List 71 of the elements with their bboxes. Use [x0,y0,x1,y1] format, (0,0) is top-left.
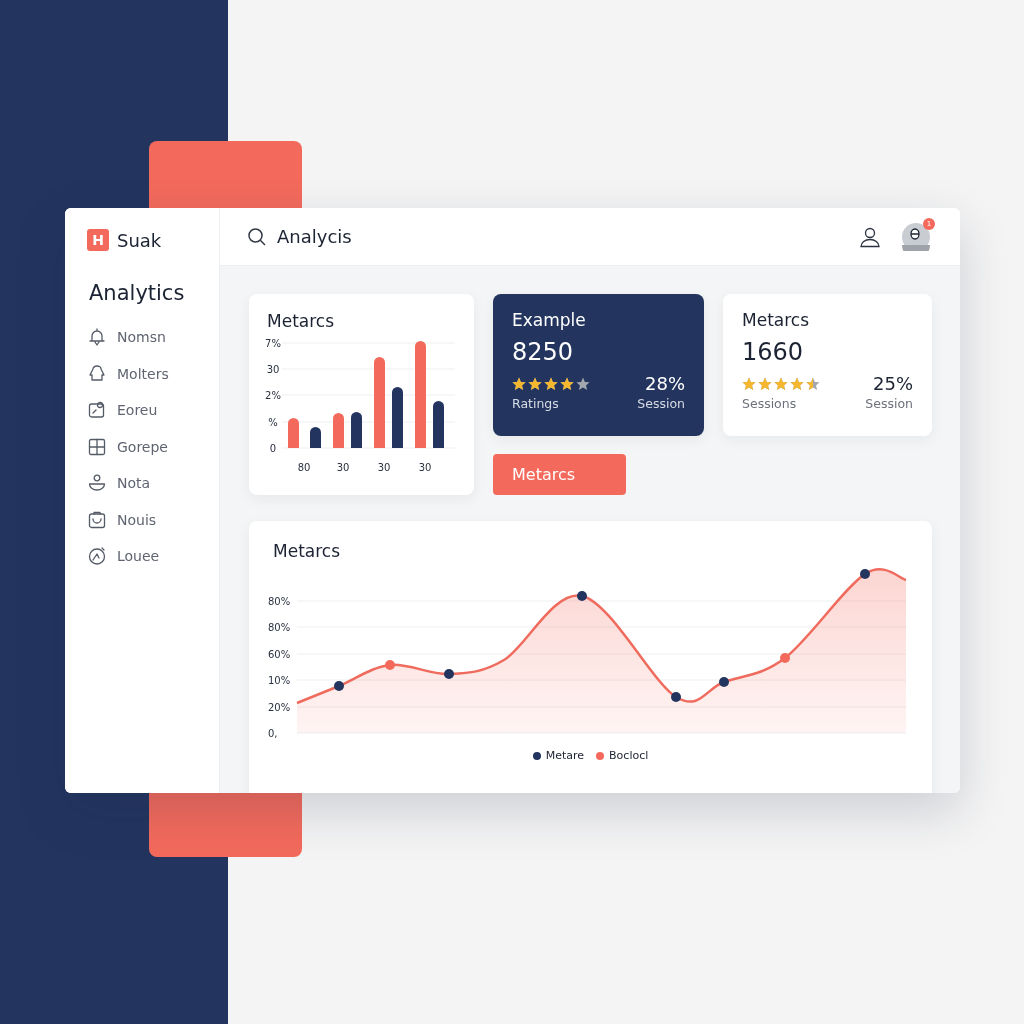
bar [310,427,321,448]
stat-label: Sessions [742,396,798,411]
bell-icon [87,327,107,348]
avatar[interactable] [902,222,930,251]
sidebar-item[interactable]: Eoreu [87,392,158,429]
star-icon [758,376,772,391]
axis-label: 80% [268,622,291,633]
search-icon[interactable] [247,226,267,247]
card-title: Metarcs [267,311,336,331]
clock-icon [87,546,107,567]
sidebar-item[interactable]: Gorepe [87,428,168,465]
data-point [334,681,344,691]
axis-label: 10% [268,675,291,686]
page-title: Analycis [277,226,352,247]
stat-label: Session [865,396,913,411]
card-title: Example [512,310,587,330]
star-icon [544,376,558,391]
sidebar-item[interactable]: Louee [87,538,160,575]
card-title: Metarcs [742,310,811,330]
stat-value: 8250 [512,338,575,366]
axis-label: 7% [265,337,281,349]
axis-label: 60% [268,649,291,660]
bar [433,401,444,448]
data-point [577,591,587,601]
stat-percent: 25% [873,374,913,393]
axis-label: 2% [265,389,281,401]
sidebar-item[interactable]: Nota [87,465,151,502]
logo: H [87,229,109,251]
sidebar-item[interactable]: Nomsn [87,319,166,356]
data-point [671,692,681,702]
stat-percent: 28% [645,374,685,393]
person-icon [87,473,107,494]
star-icon [774,376,788,391]
bag-icon [87,509,107,530]
star-icon [742,376,756,391]
data-point [719,677,729,687]
stat-label: Ratings [512,396,560,411]
star-icon [512,376,526,391]
sidebar-item[interactable]: Molters [87,355,169,392]
axis-label: 30 [418,462,432,473]
bar [392,387,403,448]
data-point [780,653,790,663]
sidebar-heading: Analytics [89,281,186,305]
axis-label: 80 [297,462,311,473]
data-point [860,569,870,579]
axis-label: 0 [269,442,277,454]
axis-label: 30 [377,462,391,473]
star-icon [560,376,574,391]
axis-label: 30 [336,462,350,473]
card-title: Metarcs [273,541,342,561]
star-icon [528,376,542,391]
axis-label: 80% [268,596,291,607]
stat-label: Session [637,396,685,411]
star-icon [790,376,804,391]
legend-label: Metare [545,749,585,762]
bar [333,413,344,448]
axis-label: 30 [266,363,280,375]
brand-name: Suak [117,229,162,251]
star-icon [806,376,820,391]
sidebar-item[interactable]: Nouis [87,501,157,538]
data-point [444,669,454,679]
stat-value: 1660 [742,338,805,366]
legend-label: Boclocl [609,749,649,762]
bar [288,418,299,448]
axis-label: 0, [268,728,278,739]
data-point [385,660,395,670]
axis-label: % [268,416,278,428]
axis-label: 20% [268,702,291,713]
bar [351,412,362,448]
star-icon [576,376,590,391]
grid-icon [87,436,107,457]
